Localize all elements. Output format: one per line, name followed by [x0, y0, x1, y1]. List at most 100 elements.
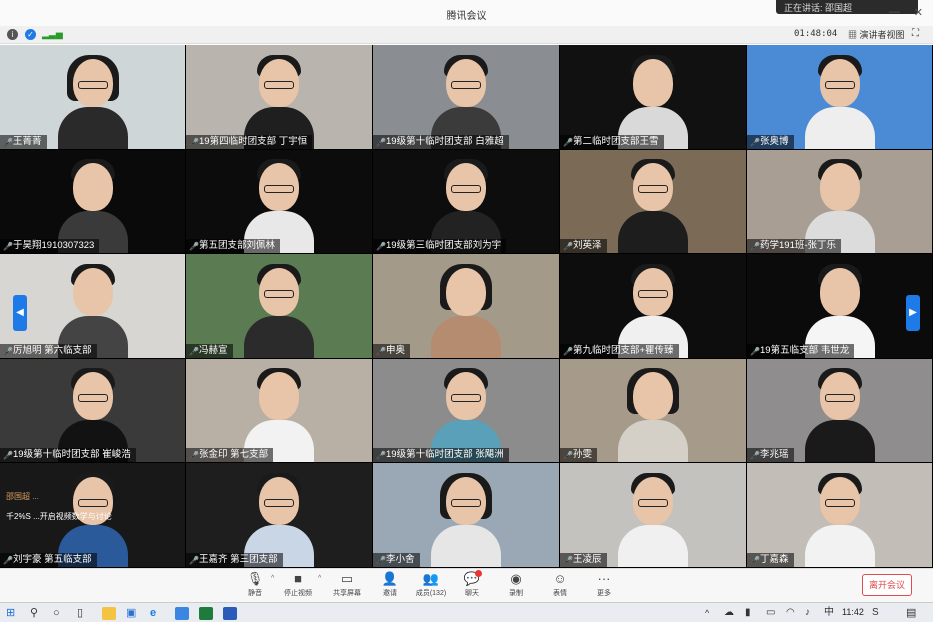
participant-video — [427, 362, 505, 463]
participant-name: 🎤第二临时团支部王雪 — [560, 134, 664, 149]
wifi-icon[interactable]: ◠ — [786, 606, 795, 620]
more-button[interactable]: ··· 更多 — [579, 571, 629, 598]
participant-name-label: 刘宇豪 第五临支部 — [13, 553, 92, 565]
participant-tile[interactable]: 🎤张奥博 — [747, 45, 932, 149]
window-controls: — ✕ — [889, 6, 923, 19]
chevron-right-icon: ▶ — [909, 307, 917, 318]
participant-tile[interactable]: 🎤19第五临支部 韦世龙 — [747, 254, 932, 358]
ime-indicator[interactable]: 中 — [824, 606, 834, 620]
prev-page-button[interactable]: ◀ — [13, 295, 27, 331]
participant-tile[interactable]: 🎤第五团支部刘佩林 — [186, 149, 372, 254]
store-icon[interactable]: ▣ — [126, 606, 136, 620]
info-icon[interactable]: i — [7, 29, 18, 40]
microphone-icon: 🎤 — [3, 451, 13, 461]
meeting-timer: 01:48:04 — [794, 29, 838, 39]
close-icon[interactable]: ✕ — [914, 6, 923, 19]
chevron-up-icon[interactable]: ^ — [705, 606, 709, 620]
signal-icon[interactable]: ▂▃▅ — [42, 29, 63, 40]
participant-tile[interactable]: 🎤19级第十临时团支部 白雅超 — [373, 45, 559, 149]
windows-start-icon[interactable]: ⊞ — [6, 606, 15, 620]
next-page-button[interactable]: ▶ — [906, 295, 920, 331]
stop-video-button[interactable]: ■ 停止视频 — [273, 571, 323, 598]
chat-overlay: 邵国超 ... 千2%S ...开启视频数学与讨论 — [6, 487, 186, 527]
photos-app-icon[interactable] — [175, 607, 189, 620]
microphone-icon: 🎤 — [376, 137, 386, 147]
battery-icon[interactable]: ▮ — [745, 606, 751, 620]
microphone-icon: 🎤 — [750, 451, 760, 461]
microphone-icon: 🎤 — [376, 242, 386, 252]
participant-name-label: 19级第十临时团支部 张飓洲 — [386, 449, 504, 461]
participant-name: 🎤于昊翔1910307323 — [0, 239, 100, 254]
participant-name-label: 孙雯 — [573, 449, 593, 461]
participant-name-label: 冯赫宣 — [199, 344, 228, 356]
participant-tile[interactable]: 🎤李兆瑶 — [747, 358, 932, 463]
participant-video — [54, 49, 132, 149]
participant-name-label: 张金印 第七支部 — [199, 449, 269, 461]
task-view-icon[interactable]: ▯ — [77, 606, 83, 620]
minimize-icon[interactable]: — — [889, 6, 900, 19]
participant-tile[interactable]: 🎤19级第三临时团支部刘为宇 — [373, 149, 559, 254]
participant-tile[interactable]: 🎤厉旭明 第六临支部 — [0, 254, 185, 358]
video-camera-icon: ■ — [294, 571, 302, 586]
participant-video — [614, 362, 692, 463]
chevron-left-icon: ◀ — [16, 307, 24, 318]
participant-video — [801, 467, 879, 567]
participant-name-label: 李兆瑶 — [760, 449, 789, 461]
edge-browser-icon[interactable]: e — [150, 606, 156, 620]
microphone-icon: 🎤 — [189, 555, 199, 565]
record-label: 录制 — [509, 590, 523, 597]
participant-video — [240, 258, 318, 358]
participant-name: 🎤19第四临时团支部 丁宇恒 — [186, 134, 313, 149]
chat-button[interactable]: 💬 聊天 — [447, 571, 497, 598]
participant-tile[interactable]: 🎤王凌辰 — [560, 463, 746, 567]
participant-tile[interactable]: 🎤第二临时团支部王雪 — [560, 45, 746, 149]
participant-video — [427, 467, 505, 567]
participant-video — [801, 258, 879, 358]
participant-tile[interactable]: 🎤19级第十临时团支部 崔峻浩 — [0, 358, 185, 463]
participant-tile[interactable]: 🎤李小舍 — [373, 463, 559, 567]
participant-name-label: 王嘉齐 第三团支部 — [199, 553, 278, 565]
microphone-icon: 🎤 — [563, 242, 573, 252]
microphone-icon: 🎤 — [750, 555, 760, 565]
participant-tile[interactable]: 🎤于昊翔1910307323 — [0, 149, 185, 254]
participant-name: 🎤申奥 — [373, 343, 411, 358]
microphone-icon: 🎤 — [3, 346, 13, 356]
network-icon[interactable]: ▭ — [766, 606, 775, 620]
reactions-button[interactable]: ☺ 表情 — [535, 571, 585, 598]
search-icon[interactable]: ⚲ — [30, 606, 38, 620]
language-indicator[interactable]: S — [872, 606, 879, 620]
leave-meeting-button[interactable]: 离开会议 — [862, 574, 912, 596]
participant-tile[interactable]: 🎤丁嘉森 — [747, 463, 932, 567]
fullscreen-icon[interactable]: ⛶ — [912, 28, 919, 39]
participant-video — [801, 49, 879, 149]
participant-tile[interactable]: 🎤冯赫宣 — [186, 254, 372, 358]
participant-tile[interactable]: 🎤王菁菁 — [0, 45, 185, 149]
record-button[interactable]: ◉ 录制 — [491, 571, 541, 598]
cloud-icon[interactable]: ☁ — [724, 606, 734, 620]
participant-tile[interactable]: 🎤19级第十临时团支部 张飓洲 — [373, 358, 559, 463]
participant-tile[interactable]: 🎤19第四临时团支部 丁宇恒 — [186, 45, 372, 149]
participant-tile[interactable]: 🎤第九临时团支部+瞿传臻 — [560, 254, 746, 358]
volume-icon[interactable]: ♪ — [805, 606, 810, 620]
participant-name: 🎤冯赫宣 — [186, 343, 233, 358]
speaker-view-button[interactable]: ▦ 演讲者视图 — [848, 28, 905, 41]
participant-name: 🎤19级第十临时团支部 崔峻浩 — [0, 448, 136, 463]
cortana-icon[interactable]: ○ — [53, 606, 60, 620]
participant-tile[interactable]: 🎤王嘉齐 第三团支部 — [186, 463, 372, 567]
participant-tile[interactable]: 🎤申奥 — [373, 254, 559, 358]
notifications-icon[interactable]: ▤ — [906, 606, 916, 620]
file-explorer-icon[interactable] — [102, 607, 116, 620]
participant-name: 🎤第五团支部刘佩林 — [186, 239, 281, 254]
word-icon[interactable] — [223, 607, 237, 620]
participant-name-label: 申奥 — [386, 344, 406, 356]
participant-tile[interactable]: 🎤刘英泽 — [560, 149, 746, 254]
participant-tile[interactable]: 🎤孙雯 — [560, 358, 746, 463]
participant-tile[interactable]: 🎤张金印 第七支部 — [186, 358, 372, 463]
excel-icon[interactable] — [199, 607, 213, 620]
participant-tile[interactable]: 🎤药学191班-张丁乐 — [747, 149, 932, 254]
shield-icon[interactable]: ✓ — [25, 29, 36, 40]
microphone-icon: 🎤 — [189, 451, 199, 461]
participant-video — [240, 362, 318, 463]
chevron-up-icon[interactable]: ^ — [318, 575, 321, 582]
participant-name: 🎤刘英泽 — [560, 239, 607, 254]
